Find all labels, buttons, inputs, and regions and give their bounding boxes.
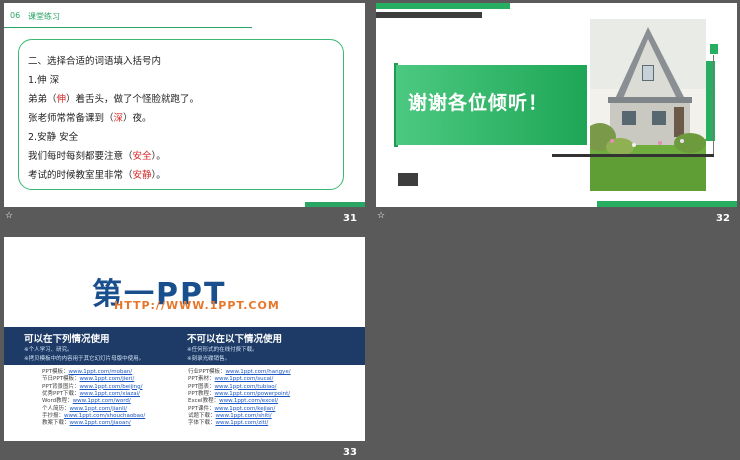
- link-url[interactable]: www.1ppt.com/shiti/: [216, 413, 272, 419]
- star-icon: ☆: [377, 211, 386, 221]
- section-title: 课堂练习: [28, 12, 60, 21]
- slide-number: 32: [716, 213, 730, 224]
- link-label: PPT背景图片：: [42, 383, 80, 390]
- section-number: 06: [10, 11, 21, 20]
- exercise-line: 二、选择合适的词语填入括号内: [28, 53, 161, 67]
- line-text: 2.安静 安全: [28, 132, 79, 143]
- link-row: 节日PPT模板：www.1ppt.com/jieri/: [42, 376, 134, 383]
- dark-square: [398, 173, 418, 186]
- link-row: 教案下载：www.1ppt.com/jiaoan/: [42, 420, 131, 427]
- house-photo: [590, 19, 706, 191]
- link-url[interactable]: www.1ppt.com/moban/: [69, 369, 133, 375]
- link-label: 试题下载：: [188, 412, 216, 419]
- link-url[interactable]: www.1ppt.com/powerpoint/: [215, 391, 291, 397]
- logo-url: HTTP://WWW.1PPT.COM: [114, 299, 280, 312]
- allowed-item: ※拷贝模板中的内容用于其它幻灯片母版中使用。: [24, 356, 145, 362]
- slide-thumbnail-33[interactable]: 第一PPT HTTP://WWW.1PPT.COM 可以在下列情况使用 ※个人学…: [4, 237, 365, 441]
- horizontal-line: [552, 154, 714, 157]
- line-text: 弟弟（: [28, 94, 57, 105]
- usage-band: 可以在下列情况使用 ※个人学习、研究。 ※拷贝模板中的内容用于其它幻灯片母版中使…: [4, 327, 365, 365]
- slide-number: 33: [343, 447, 357, 458]
- link-row: 字体下载：www.1ppt.com/ziti/: [188, 420, 268, 427]
- forbidden-item: ※任何形式的在线付费下载。: [187, 347, 258, 353]
- link-label: Excel教程：: [188, 398, 220, 405]
- link-row: PPT图表：www.1ppt.com/tubiao/: [188, 384, 276, 391]
- allowed-heading: 可以在下列情况使用: [24, 334, 110, 345]
- link-label: Word教程：: [42, 398, 73, 405]
- line-text: ）。: [151, 170, 166, 181]
- exercise-line: 张老师常常备课到（深）夜。: [28, 110, 152, 124]
- header-divider: [4, 27, 252, 28]
- line-text: 二、选择合适的词语填入括号内: [28, 56, 162, 67]
- link-row: Word教程：www.1ppt.com/word/: [42, 398, 131, 405]
- link-label: PPT课件：: [188, 405, 215, 412]
- exercise-line: 弟弟（伸）着舌头，做了个怪脸就跑了。: [28, 91, 199, 105]
- slide-number: 31: [343, 213, 357, 224]
- link-url[interactable]: www.1ppt.com/excel/: [219, 398, 278, 404]
- link-url[interactable]: www.1ppt.com/jieri/: [80, 376, 135, 382]
- line-text: ）。: [151, 151, 166, 162]
- answer-text: 安静: [132, 170, 152, 181]
- exercise-line: 我们每时每刻都要注意（安全）。: [28, 148, 166, 162]
- line-text: 张老师常常备课到（: [28, 113, 114, 124]
- link-label: 个人简历：: [42, 405, 70, 412]
- link-label: 手抄报：: [42, 412, 65, 419]
- link-row: PPT素材：www.1ppt.com/sucai/: [188, 376, 273, 383]
- forbidden-heading: 不可以在以下情况使用: [187, 334, 283, 345]
- link-url[interactable]: www.1ppt.com/word/: [73, 398, 131, 404]
- link-url[interactable]: www.1ppt.com/ziti/: [216, 420, 269, 426]
- link-row: 试题下载：www.1ppt.com/shiti/: [188, 413, 272, 420]
- forbidden-item: ※刻录光碟销售。: [187, 356, 231, 362]
- link-row: 个人简历：www.1ppt.com/jianli/: [42, 406, 127, 413]
- footer-accent-bar: [597, 201, 737, 207]
- link-row: PPT背景图片：www.1ppt.com/beijing/: [42, 384, 143, 391]
- link-label: 教案下载：: [42, 420, 70, 427]
- answer-text: 安全: [132, 151, 152, 162]
- link-label: 节日PPT模板：: [42, 376, 80, 383]
- slide-thumbnail-32[interactable]: 谢谢各位倾听！: [376, 3, 737, 207]
- allowed-item: ※个人学习、研究。: [24, 347, 73, 353]
- line-text: ）着舌头，做了个怪脸就跑了。: [66, 94, 200, 105]
- link-row: Excel教程：www.1ppt.com/excel/: [188, 398, 278, 405]
- link-url[interactable]: www.1ppt.com/shouchaobao/: [64, 413, 145, 419]
- answer-text: 伸: [56, 94, 67, 105]
- link-row: PPT课件：www.1ppt.com/kejian/: [188, 406, 275, 413]
- link-url[interactable]: www.1ppt.com/xiazai/: [80, 391, 141, 397]
- thanks-text: 谢谢各位倾听！: [408, 92, 549, 114]
- link-url[interactable]: www.1ppt.com/jiaoan/: [70, 420, 131, 426]
- exercise-line: 2.安静 安全: [28, 129, 78, 143]
- vertical-line: [713, 55, 714, 155]
- link-url[interactable]: www.1ppt.com/sucai/: [215, 376, 274, 382]
- line-text: 考试的时候教室里非常（: [28, 170, 133, 181]
- link-label: PPT图表：: [188, 383, 215, 390]
- star-icon: ☆: [5, 211, 14, 221]
- link-label: PPT素材：: [188, 376, 215, 383]
- link-row: 手抄报：www.1ppt.com/shouchaobao/: [42, 413, 145, 420]
- line-text: 我们每时每刻都要注意（: [28, 151, 133, 162]
- link-url[interactable]: www.1ppt.com/beijing/: [80, 384, 143, 390]
- line-text: ）夜。: [123, 113, 152, 124]
- answer-text: 深: [113, 113, 124, 124]
- accent-square: [710, 44, 718, 54]
- slide-thumbnail-31[interactable]: 06 课堂练习 二、选择合适的词语填入括号内 1.伸 深弟弟（伸）着舌头，做了个怪…: [4, 3, 365, 207]
- exercise-line: 考试的时候教室里非常（安静）。: [28, 167, 166, 181]
- line-text: 1.伸 深: [28, 75, 60, 86]
- link-url[interactable]: www.1ppt.com/hangye/: [226, 369, 291, 375]
- accent-bar-green: [376, 3, 510, 9]
- link-label: 字体下载：: [188, 420, 216, 427]
- accent-bar-dark: [376, 12, 482, 18]
- link-url[interactable]: www.1ppt.com/kejian/: [215, 406, 276, 412]
- footer-accent-bar: [305, 202, 365, 207]
- link-url[interactable]: www.1ppt.com/jianli/: [70, 406, 128, 412]
- link-url[interactable]: www.1ppt.com/tubiao/: [215, 384, 277, 390]
- exercise-line: 1.伸 深: [28, 72, 59, 86]
